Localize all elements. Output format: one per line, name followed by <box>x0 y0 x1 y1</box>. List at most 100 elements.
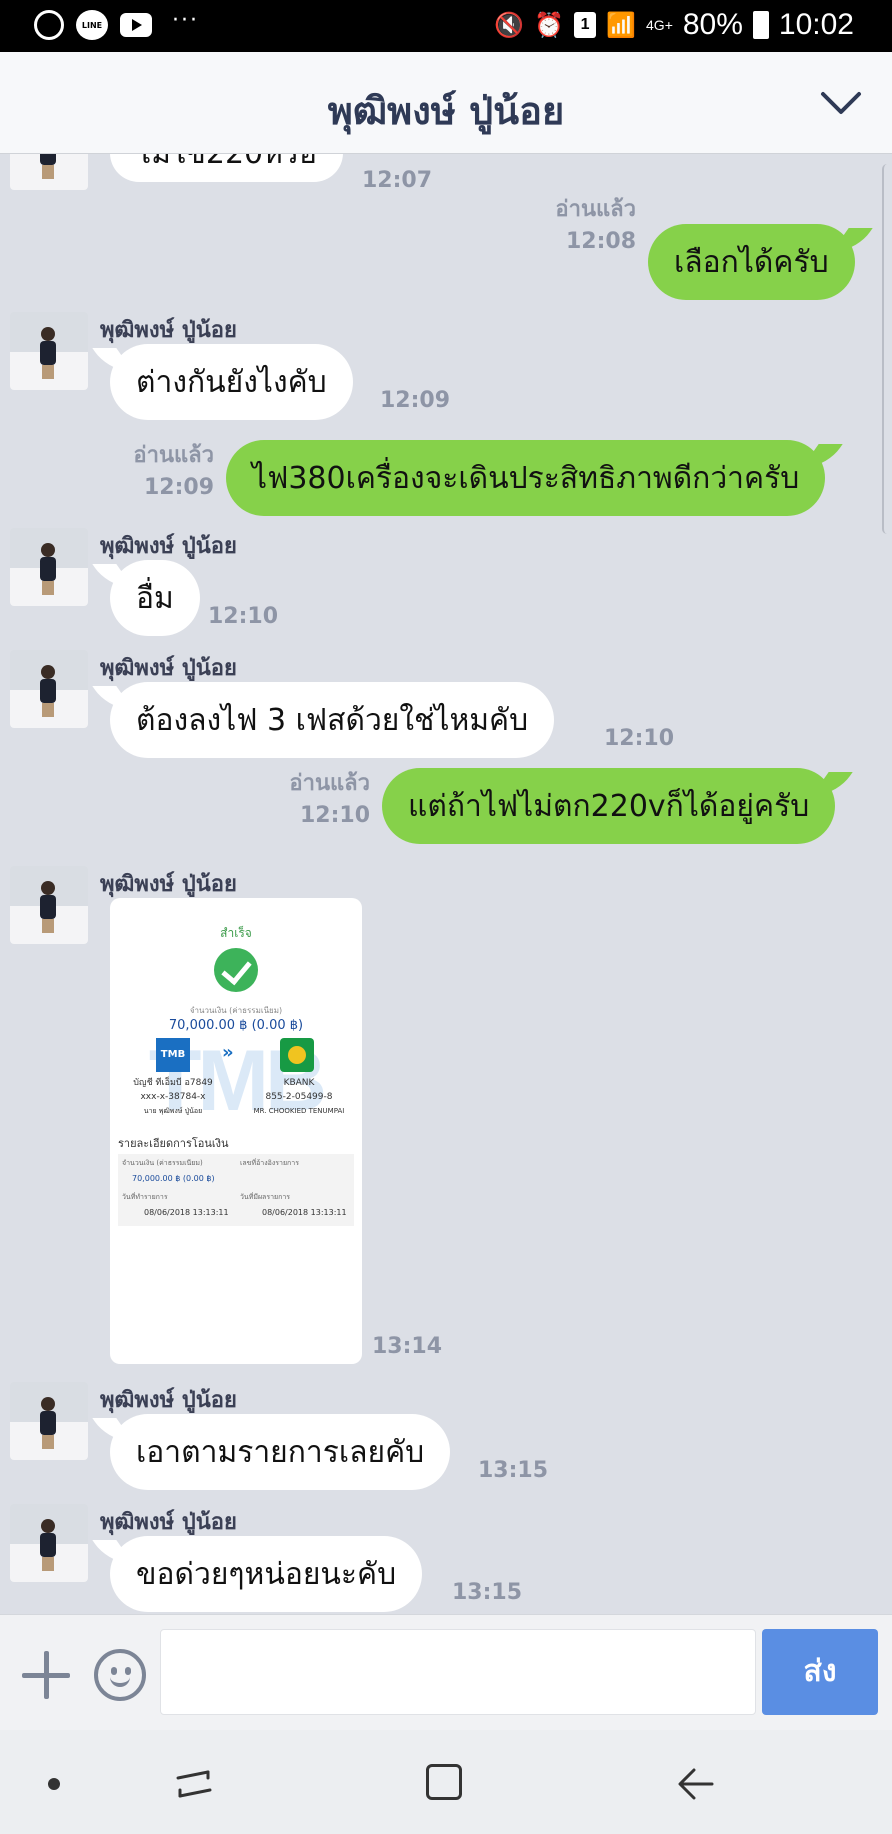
emoji-icon[interactable] <box>94 1649 146 1701</box>
message-bubble[interactable]: ขอด่วยๆหน่อยนะคับ <box>110 1536 423 1612</box>
network-type: 4G+ <box>646 17 673 33</box>
from-account-name: บัญชี ทีเอ็มบี อ7849 <box>133 1078 213 1088</box>
to-owner: MR. CHOOKIED TENUMPAI <box>253 1107 345 1115</box>
detail-effective: 08/06/2018 13:13:11 <box>262 1208 347 1217</box>
message-time: 12:07 <box>362 168 433 193</box>
message-bubble[interactable]: ไฟ380เครื่องจะเดินประสิทธิภาพดีกว่าครับ <box>226 440 826 516</box>
youtube-icon <box>120 13 152 37</box>
battery-percent: 80% <box>682 8 743 41</box>
signal-icon: 📶 <box>606 11 637 39</box>
mute-icon: 🔇 <box>494 11 525 39</box>
detail-amount-label: จำนวนเงิน (ค่าธรรมเนียม) <box>122 1159 203 1167</box>
plus-icon[interactable] <box>22 1651 70 1699</box>
avatar[interactable] <box>10 312 88 390</box>
home-icon[interactable] <box>426 1764 462 1800</box>
message-bubble[interactable]: เอาตามรายการเลยคับ <box>110 1414 451 1490</box>
system-nav-bar <box>0 1730 892 1834</box>
from-account-no: xxx-x-38784-x <box>140 1092 206 1102</box>
success-check-icon <box>214 948 258 992</box>
message-input[interactable] <box>160 1629 756 1715</box>
slip-details-table: จำนวนเงิน (ค่าธรรมเนียม) เลขที่อ้างอิงรา… <box>118 1154 354 1226</box>
message-time: 12:09 <box>143 475 214 500</box>
kbank-logo <box>280 1038 314 1072</box>
chevron-down-icon[interactable] <box>820 84 862 120</box>
message-time: 12:10 <box>604 726 675 751</box>
slip-amount: 70,000.00 ฿ (0.00 ฿) <box>168 1018 304 1033</box>
message-bubble[interactable]: อื่ม <box>110 560 200 636</box>
message-text: เอาตามรายการเลยคับ <box>136 1434 425 1470</box>
from-owner: นาย พุฒิพงษ์ ปู่น้อย <box>143 1107 203 1115</box>
message-time: 12:08 <box>565 229 636 254</box>
transfer-slip-image[interactable]: TMB สำเร็จ จำนวนเงิน (ค่าธรรมเนียม) 70,0… <box>110 898 362 1364</box>
status-notifications: LINE ··· <box>34 7 199 40</box>
detail-effective-label: วันที่มีผลรายการ <box>240 1193 291 1201</box>
sim-indicator: 1 <box>574 12 597 38</box>
slip-from: บัญชี ทีเอ็มบี อ7849 xxx-x-38784-x นาย พ… <box>110 1076 236 1118</box>
read-receipt: อ่านแล้ว 12:09 <box>98 440 214 504</box>
message-time: 12:10 <box>299 803 370 828</box>
read-receipt: อ่านแล้ว 12:08 <box>520 194 636 258</box>
message-bubble[interactable]: ต่างกันยังไงคับ <box>110 344 353 420</box>
slip-to: KBANK 855-2-05499-8 MR. CHOOKIED TENUMPA… <box>236 1076 362 1118</box>
chat-header: พุฒิพงษ์ ปู่น้อย <box>0 52 892 154</box>
avatar[interactable] <box>10 1504 88 1582</box>
message-bubble[interactable]: แต่ถ้าไฟไม่ตก220vก็ได้อยู่ครับ <box>382 768 836 844</box>
nav-dot-icon[interactable] <box>48 1778 60 1790</box>
message-time: 13:14 <box>372 1334 443 1359</box>
avatar[interactable] <box>10 650 88 728</box>
back-icon[interactable] <box>676 1766 716 1802</box>
send-button[interactable]: ส่ง <box>762 1629 878 1715</box>
slip-details-heading: รายละเอียดการโอนเงิน <box>118 1137 229 1150</box>
to-bank: KBANK <box>283 1078 315 1088</box>
read-label: อ่านแล้ว <box>133 443 214 468</box>
status-indicators: 🔇 ⏰ 1 📶 4G+ 80% 10:02 <box>494 8 854 42</box>
slip-amount-label: จำนวนเงิน (ค่าธรรมเนียม) <box>189 1006 283 1015</box>
detail-ref-label: เลขที่อ้างอิงรายการ <box>240 1159 299 1167</box>
message-text: แต่ถ้าไฟไม่ตก220vก็ได้อยู่ครับ <box>408 788 810 824</box>
sender-name: พุฒิพงษ์ ปู่น้อย <box>100 872 237 897</box>
avatar[interactable] <box>10 528 88 606</box>
message-time: 13:15 <box>478 1458 549 1483</box>
clock: 10:02 <box>778 8 854 41</box>
read-label: อ่านแล้ว <box>555 197 636 222</box>
message-bubble[interactable]: ต้องลงไฟ 3 เฟสด้วยใช่ไหมคับ <box>110 682 555 758</box>
sender-name: พุฒิพงษ์ ปู่น้อย <box>100 318 237 343</box>
chat-messages[interactable]: ไม่ใช่220หรือ 12:07 อ่านแล้ว 12:08 เลือก… <box>0 154 892 1614</box>
status-bar: LINE ··· 🔇 ⏰ 1 📶 4G+ 80% 10:02 <box>0 0 892 52</box>
message-text: อื่ม <box>136 580 174 616</box>
message-bubble[interactable]: ไม่ใช่220หรือ <box>110 154 344 182</box>
message-text: ต้องลงไฟ 3 เฟสด้วยใช่ไหมคับ <box>136 702 529 738</box>
message-text: ขอด่วยๆหน่อยนะคับ <box>136 1556 397 1592</box>
battery-icon <box>752 11 769 39</box>
sender-name: พุฒิพงษ์ ปู่น้อย <box>100 656 237 681</box>
avatar[interactable] <box>10 866 88 944</box>
message-text: ไม่ใช่220หรือ <box>136 154 317 177</box>
chat-title: พุฒิพงษ์ ปู่น้อย <box>327 89 565 133</box>
avatar[interactable] <box>10 1382 88 1460</box>
message-time: 12:09 <box>380 388 451 413</box>
recent-apps-icon[interactable] <box>174 1766 214 1802</box>
account-icon <box>34 10 64 40</box>
more-notifications-icon: ··· <box>172 7 199 33</box>
tmb-logo: TMB <box>156 1038 190 1072</box>
detail-date-label: วันที่ทำรายการ <box>122 1193 168 1201</box>
message-bubble[interactable]: เลือกได้ครับ <box>648 224 855 300</box>
message-time: 13:15 <box>452 1580 523 1605</box>
to-account-no: 855-2-05499-8 <box>265 1092 333 1102</box>
read-label: อ่านแล้ว <box>289 771 370 796</box>
message-text: ต่างกันยังไงคับ <box>136 364 327 400</box>
scrollbar[interactable] <box>882 164 892 534</box>
transfer-arrow-icon: » <box>222 1042 234 1063</box>
sender-name: พุฒิพงษ์ ปู่น้อย <box>100 1388 237 1413</box>
message-input-bar: ส่ง <box>0 1614 892 1730</box>
message-text: ไฟ380เครื่องจะเดินประสิทธิภาพดีกว่าครับ <box>252 460 800 496</box>
detail-amount: 70,000.00 ฿ (0.00 ฿) <box>132 1174 215 1183</box>
message-time: 12:10 <box>208 604 279 629</box>
sender-name: พุฒิพงษ์ ปู่น้อย <box>100 534 237 559</box>
line-app-icon: LINE <box>76 10 108 40</box>
sender-name: พุฒิพงษ์ ปู่น้อย <box>100 1510 237 1535</box>
read-receipt: อ่านแล้ว 12:10 <box>254 768 370 832</box>
alarm-icon: ⏰ <box>534 11 565 39</box>
avatar[interactable] <box>10 154 88 190</box>
detail-date: 08/06/2018 13:13:11 <box>144 1208 229 1217</box>
